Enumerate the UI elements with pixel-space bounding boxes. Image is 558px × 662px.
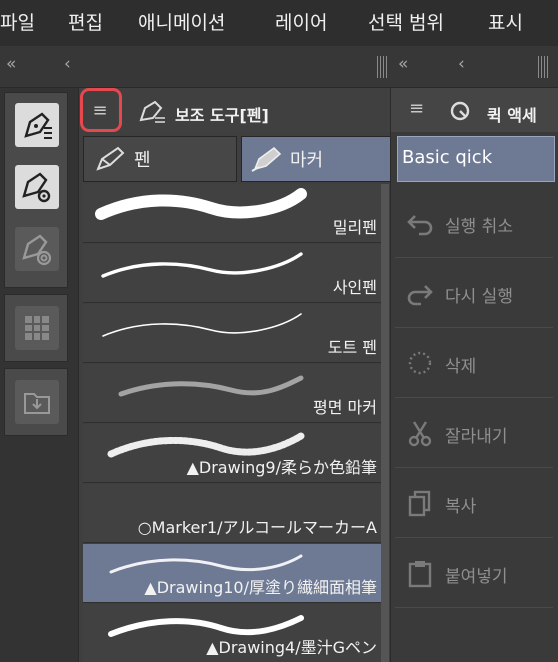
delete-label: 삭제 <box>445 357 477 377</box>
grip-icon[interactable] <box>377 56 387 78</box>
material-tool-button[interactable] <box>15 380 59 424</box>
undo-button[interactable]: 실행 취소 <box>395 188 553 258</box>
brush-label: ▲Drawing9/柔らか色鉛筆 <box>186 458 377 477</box>
menu-file[interactable]: 파일 <box>0 8 35 35</box>
panel-collapse-strip: « ‹ « ‹ <box>0 46 558 88</box>
back-left-icon[interactable]: ‹ <box>64 54 71 74</box>
tool-group-material <box>4 368 68 436</box>
sub-tool-panel: ≡ 보조 도구[펜] 펜 마커 밀리펜 사인펜 도트 펜 평면 마커 ▲Draw… <box>78 88 391 662</box>
cut-label: 잘라내기 <box>445 427 508 447</box>
menu-animation[interactable]: 애니메이션 <box>138 8 225 35</box>
brush-preview <box>102 313 302 337</box>
collapse-left-icon[interactable]: « <box>6 54 16 74</box>
brush-list-scrollbar[interactable] <box>381 184 389 662</box>
list-item[interactable]: 사인펜 <box>83 244 381 303</box>
brush-preview <box>101 252 303 278</box>
delete-button[interactable]: 삭제 <box>395 328 553 398</box>
airbrush-tool-button[interactable] <box>15 165 59 209</box>
list-item[interactable]: ▲Drawing4/墨汁Gペン <box>83 604 381 662</box>
scissors-icon <box>408 421 432 447</box>
quick-menu-icon[interactable]: ≡ <box>409 98 424 119</box>
brush-label: ▲Drawing10/厚塗り繊細面相筆 <box>144 578 377 597</box>
brush-label: 도트 펜 <box>327 338 377 357</box>
brush-label: 사인펜 <box>332 278 377 297</box>
menu-layer[interactable]: 레이어 <box>275 8 327 35</box>
paste-label: 붙여넣기 <box>445 567 508 587</box>
redo-label: 다시 실행 <box>445 287 513 307</box>
tab-pen-label: 펜 <box>134 150 151 171</box>
brush-preview <box>95 188 307 220</box>
quick-access-title: 퀵 액세 <box>487 106 537 125</box>
tool-group-fill <box>4 294 68 362</box>
collapse-right-icon[interactable]: « <box>398 54 408 74</box>
menu-selection[interactable]: 선택 범위 <box>368 8 444 35</box>
decoration-tool-button[interactable] <box>15 227 59 271</box>
redo-icon <box>407 285 433 306</box>
quick-access-panel: ≡ 퀵 액세 Basic qick 실행 취소 다시 실행 삭제 잘라내기 복사… <box>390 88 558 662</box>
pattern-tool-button[interactable] <box>15 306 59 350</box>
brush-label: ○Marker1/アルコールマーカーA <box>137 518 377 537</box>
undo-label: 실행 취소 <box>445 217 513 237</box>
paste-button[interactable]: 붙여넣기 <box>395 538 553 608</box>
sub-tool-pen-icon <box>139 100 165 123</box>
tool-group-draw <box>4 92 68 288</box>
quick-access-icon <box>450 101 470 121</box>
sub-tool-header: ≡ 보조 도구[펜] <box>79 88 391 132</box>
copy-icon <box>408 490 431 517</box>
list-item[interactable]: 도트 펜 <box>83 304 381 363</box>
back-right-icon[interactable]: ‹ <box>458 54 465 74</box>
quick-access-set-select[interactable]: Basic qick <box>397 136 555 182</box>
menu-edit[interactable]: 편집 <box>68 8 103 35</box>
brush-label: 평면 마커 <box>313 398 377 417</box>
sub-tool-tabs: 펜 마커 <box>79 134 391 184</box>
redo-button[interactable]: 다시 실행 <box>395 258 553 328</box>
folder-download-icon <box>24 393 50 414</box>
brush-preview <box>118 375 304 397</box>
copy-label: 복사 <box>445 497 477 517</box>
pen-icon <box>96 146 125 171</box>
tab-marker-label: 마커 <box>290 150 324 171</box>
brush-label: ▲Drawing4/墨汁Gペン <box>206 638 377 657</box>
list-item[interactable]: 평면 마커 <box>83 364 381 423</box>
marker-icon <box>251 146 282 172</box>
list-item[interactable]: ○Marker1/アルコールマーカーA <box>83 484 381 543</box>
quick-access-header: ≡ 퀵 액세 <box>391 88 558 132</box>
decoration-tool-icon <box>22 234 52 266</box>
list-item[interactable]: ▲Drawing9/柔らか色鉛筆 <box>83 424 381 483</box>
copy-button[interactable]: 복사 <box>395 468 553 538</box>
cut-button[interactable]: 잘라내기 <box>395 398 553 468</box>
menu-view[interactable]: 표시 <box>488 8 523 35</box>
pattern-icon <box>25 316 49 340</box>
tool-toolbar <box>0 88 78 662</box>
airbrush-tool-icon <box>22 172 51 203</box>
grip-right-icon[interactable] <box>538 56 548 78</box>
menu-bar: 파일 편집 애니메이션 레이어 선택 범위 표시 <box>0 0 558 46</box>
list-item[interactable]: 밀리펜 <box>83 184 381 243</box>
undo-icon <box>407 215 433 236</box>
brush-label: 밀리펜 <box>332 218 377 237</box>
highlight-marker <box>80 88 122 132</box>
sub-tool-title: 보조 도구[펜] <box>175 106 269 125</box>
delete-icon <box>408 351 432 375</box>
pen-tool-icon <box>24 112 52 139</box>
list-item-selected[interactable]: ▲Drawing10/厚塗り繊細面相筆 <box>83 544 381 603</box>
tab-marker[interactable]: 마커 <box>241 136 391 182</box>
tab-pen[interactable]: 펜 <box>83 136 237 182</box>
paste-icon <box>408 561 432 588</box>
pen-tool-button[interactable] <box>15 103 59 147</box>
brush-list: 밀리펜 사인펜 도트 펜 평면 마커 ▲Drawing9/柔らか色鉛筆 ○Mar… <box>79 184 381 662</box>
quick-access-list: 실행 취소 다시 실행 삭제 잘라내기 복사 붙여넣기 <box>395 188 553 662</box>
